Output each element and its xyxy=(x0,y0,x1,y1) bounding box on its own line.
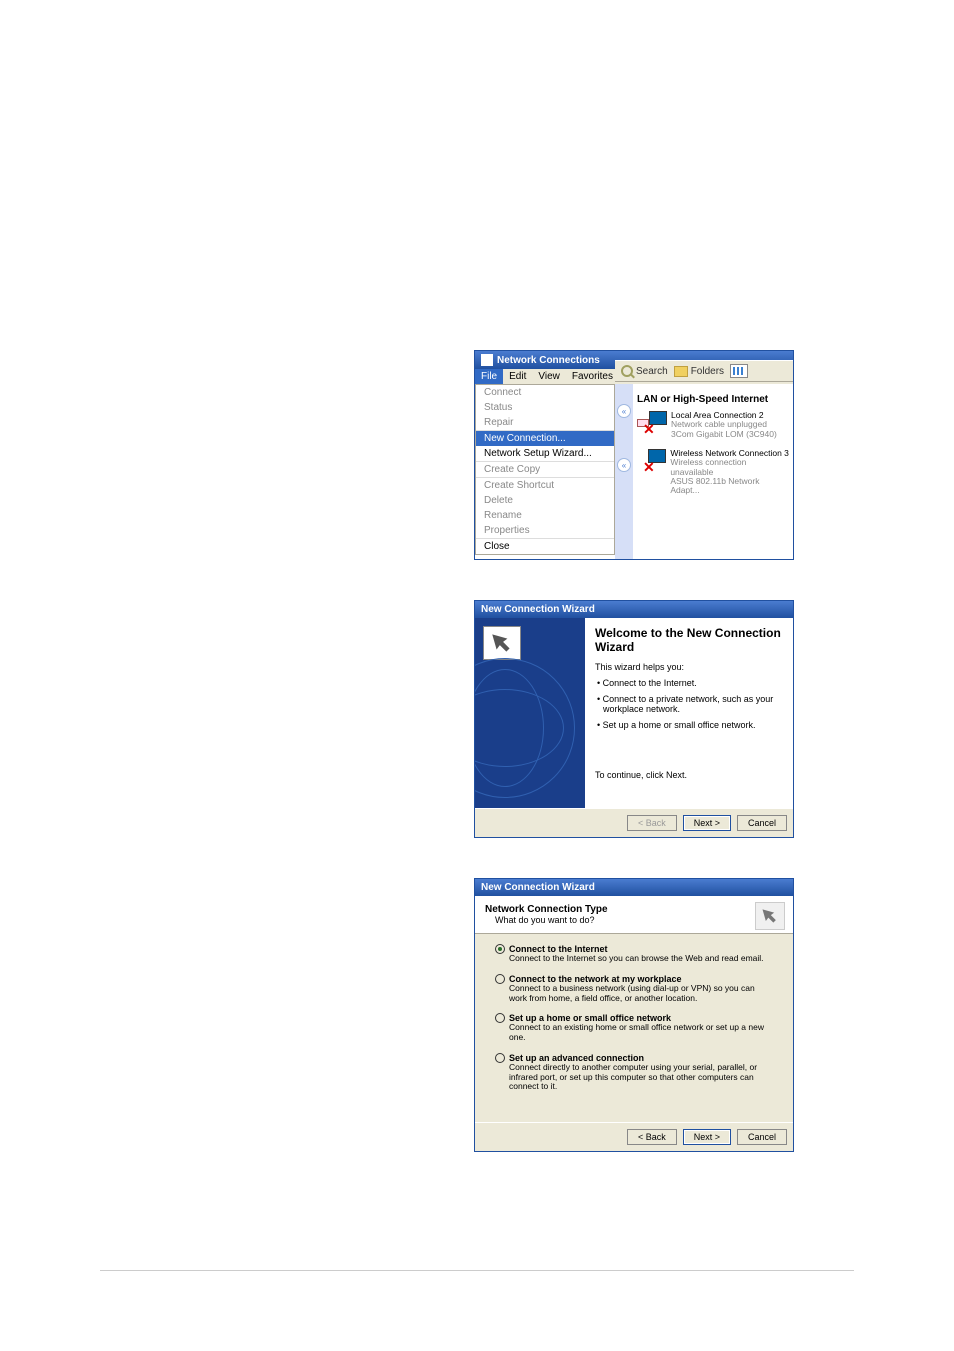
option-desc: Connect to a business network (using dia… xyxy=(495,984,773,1004)
menu-item-connect[interactable]: Connect xyxy=(476,385,614,400)
radio-icon[interactable] xyxy=(495,1053,505,1063)
menu-item-create-copy[interactable]: Create Copy xyxy=(476,461,614,477)
option-desc: Connect to the Internet so you can brows… xyxy=(495,954,773,964)
file-menu-dropdown: Connect Status Repair New Connection... … xyxy=(475,384,615,555)
connection-icon: ✕ xyxy=(637,449,666,475)
connection-adapter: 3Com Gigabit LOM (3C940) xyxy=(671,430,777,439)
back-button[interactable]: < Back xyxy=(627,815,677,831)
menu-item-delete[interactable]: Delete xyxy=(476,493,614,508)
menu-item-status[interactable]: Status xyxy=(476,400,614,415)
option-desc: Connect directly to another computer usi… xyxy=(495,1063,773,1092)
menu-favorites[interactable]: Favorites xyxy=(566,369,619,384)
network-connections-window: Network Connections File Edit View Favor… xyxy=(474,350,794,560)
collapse-icon[interactable]: « xyxy=(617,404,631,418)
wizard-sidebar-image xyxy=(475,618,585,808)
error-x-icon: ✕ xyxy=(643,421,655,438)
new-connection-wizard-type: New Connection Wizard Network Connection… xyxy=(474,878,794,1152)
folders-button[interactable]: Folders xyxy=(674,366,724,377)
option-desc: Connect to an existing home or small off… xyxy=(495,1023,773,1043)
connection-icon: ✕ xyxy=(637,411,667,437)
wizard-intro: This wizard helps you: xyxy=(595,662,783,672)
wizard-heading: Welcome to the New Connection Wizard xyxy=(595,626,783,654)
connection-item[interactable]: ✕ Local Area Connection 2 Network cable … xyxy=(637,411,789,439)
menu-item-new-connection[interactable]: New Connection... xyxy=(476,430,614,446)
window-title: Network Connections xyxy=(497,355,600,366)
menu-item-properties[interactable]: Properties xyxy=(476,523,614,538)
option-advanced[interactable]: Set up an advanced connection Connect di… xyxy=(495,1053,773,1092)
wizard-header: Network Connection Type What do you want… xyxy=(475,896,793,934)
radio-icon[interactable] xyxy=(495,974,505,984)
option-connect-workplace[interactable]: Connect to the network at my workplace C… xyxy=(495,974,773,1004)
wizard-title-bar[interactable]: New Connection Wizard xyxy=(475,601,793,618)
menu-item-create-shortcut[interactable]: Create Shortcut xyxy=(476,477,614,493)
menu-item-repair[interactable]: Repair xyxy=(476,415,614,430)
wizard-subheading: What do you want to do? xyxy=(485,915,783,925)
next-button[interactable]: Next > xyxy=(683,815,731,831)
menu-edit[interactable]: Edit xyxy=(503,369,532,384)
wizard-bullet: • Set up a home or small office network. xyxy=(595,720,783,730)
wizard-header-icon xyxy=(755,902,785,930)
menu-item-network-setup-wizard[interactable]: Network Setup Wizard... xyxy=(476,446,614,461)
folder-icon xyxy=(674,366,688,377)
wizard-title-bar[interactable]: New Connection Wizard xyxy=(475,879,793,896)
wizard-heading: Network Connection Type xyxy=(485,904,783,915)
new-connection-wizard-welcome: New Connection Wizard Welcome to the New… xyxy=(474,600,794,838)
radio-icon[interactable] xyxy=(495,1013,505,1023)
connection-status: Wireless connection unavailable xyxy=(670,458,789,477)
app-icon xyxy=(481,354,493,366)
cancel-button[interactable]: Cancel xyxy=(737,815,787,831)
wizard-bullet: • Connect to the Internet. xyxy=(595,678,783,688)
next-button[interactable]: Next > xyxy=(683,1129,731,1145)
error-x-icon: ✕ xyxy=(643,459,655,476)
wizard-bullet: • Connect to a private network, such as … xyxy=(595,694,783,714)
search-icon xyxy=(621,365,633,377)
page-footer-divider xyxy=(100,1270,854,1271)
menu-view[interactable]: View xyxy=(532,369,566,384)
back-button[interactable]: < Back xyxy=(627,1129,677,1145)
toolbar: Search Folders xyxy=(615,360,793,382)
menu-file[interactable]: File xyxy=(475,369,503,384)
group-heading: LAN or High-Speed Internet xyxy=(637,394,789,405)
wizard-continue-text: To continue, click Next. xyxy=(595,770,783,780)
option-home-office[interactable]: Set up a home or small office network Co… xyxy=(495,1013,773,1043)
wizard-icon xyxy=(483,626,521,660)
menu-item-rename[interactable]: Rename xyxy=(476,508,614,523)
connection-item[interactable]: ✕ Wireless Network Connection 3 Wireless… xyxy=(637,449,789,496)
search-button[interactable]: Search xyxy=(621,365,668,377)
connection-adapter: ASUS 802.11b Network Adapt... xyxy=(670,477,789,496)
option-connect-internet[interactable]: Connect to the Internet Connect to the I… xyxy=(495,944,773,964)
collapse-icon[interactable]: « xyxy=(617,458,631,472)
cancel-button[interactable]: Cancel xyxy=(737,1129,787,1145)
menu-item-close[interactable]: Close xyxy=(476,538,614,554)
radio-icon[interactable] xyxy=(495,944,505,954)
views-button[interactable] xyxy=(730,364,748,378)
